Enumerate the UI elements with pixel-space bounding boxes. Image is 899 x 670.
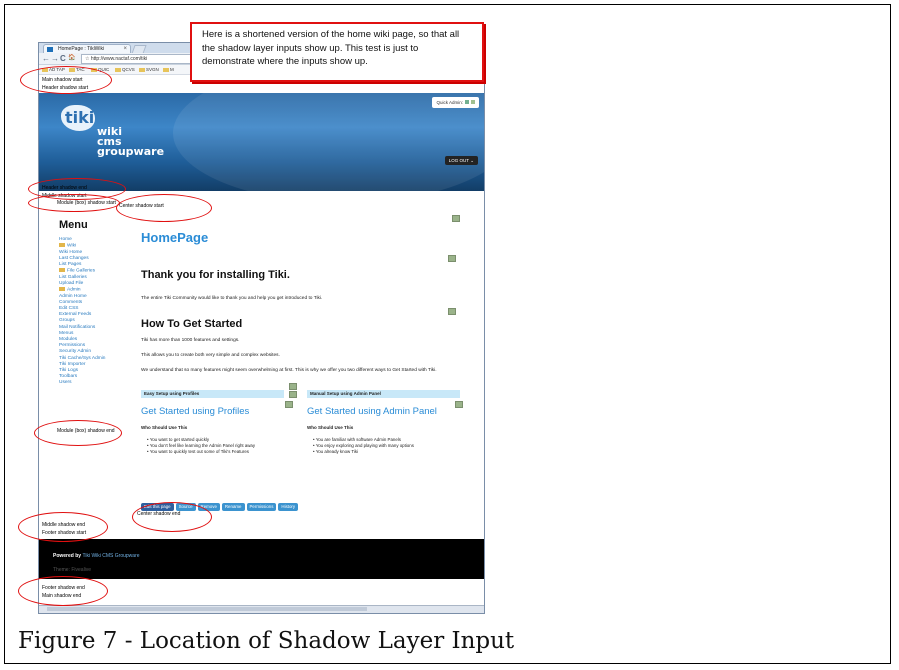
admin-who: Who Should Use This: [307, 425, 354, 430]
edit-icon[interactable]: [289, 383, 297, 390]
started-heading: How To Get Started: [141, 318, 243, 330]
started-p2: This allows you to create both very simp…: [141, 353, 280, 358]
browser-tab[interactable]: HomePage : TikiWiki ×: [43, 44, 131, 53]
folder-icon: [115, 67, 121, 72]
figure-caption: Figure 7 - Location of Shadow Layer Inpu…: [18, 628, 515, 654]
powered-by: Powered by Tiki Wiki CMS Groupware: [53, 553, 140, 559]
edit-icon[interactable]: [448, 255, 456, 262]
logo-text: wiki cms groupware: [97, 125, 165, 158]
page-title: HomePage: [141, 230, 209, 245]
back-icon[interactable]: ←: [42, 54, 50, 63]
history-button[interactable]: History: [278, 503, 299, 511]
menu-item[interactable]: Users: [59, 380, 139, 386]
rename-button[interactable]: Rename: [221, 503, 245, 511]
permissions-button[interactable]: Permissions: [246, 503, 277, 511]
site-footer: Powered by Tiki Wiki CMS Groupware Theme…: [39, 539, 484, 579]
list-item: You want to quickly test out some of Tik…: [147, 449, 249, 455]
admin-title: Get Started using Admin Panel: [307, 406, 437, 417]
star-icon[interactable]: ☆: [85, 56, 89, 62]
folder-icon: [163, 67, 169, 72]
annotation-ellipse: [132, 502, 212, 532]
favicon-icon: [47, 47, 53, 52]
profiles-title: Get Started using Profiles: [141, 406, 250, 417]
bookmark-item[interactable]: QCVS: [115, 66, 135, 73]
annotation-ellipse: [28, 194, 120, 212]
bookmark-item[interactable]: SVGN: [139, 66, 159, 73]
edit-icon[interactable]: [289, 391, 297, 398]
thanks-text: The entire Tiki Community would like to …: [141, 296, 323, 301]
url-text: http://www.nactaf.com/tiki: [90, 56, 148, 62]
quick-admin-icon: [465, 100, 469, 104]
edit-icon: [471, 100, 475, 104]
forward-icon[interactable]: →: [51, 54, 59, 63]
annotation-ellipse: [34, 420, 122, 446]
site-header: tiki wiki cms groupware Quick Admin: LOG…: [39, 93, 484, 191]
edit-icon[interactable]: [455, 401, 463, 408]
left-menu: Menu Home Wiki Wiki Home Last Changes List P…: [59, 219, 139, 387]
powered-link[interactable]: Tiki Wiki CMS Groupware: [82, 553, 139, 559]
annotation-ellipse: [116, 194, 212, 222]
annotation-ellipse: [20, 66, 112, 94]
bookmark-item[interactable]: M: [163, 66, 174, 73]
menu-list: Home Wiki Wiki Home Last Changes List Pages F…: [59, 237, 139, 387]
profiles-who: Who Should Use This: [141, 425, 188, 430]
logo-mark: tiki: [65, 108, 95, 127]
callout-note: Here is a shortened version of the home …: [190, 22, 484, 82]
folder-icon: [139, 67, 145, 72]
edit-icon[interactable]: [285, 401, 293, 408]
annotation-ellipse: [18, 512, 108, 542]
reload-icon[interactable]: C: [60, 54, 66, 63]
started-p3: We understand that so many features migh…: [141, 368, 437, 373]
scrollbar-thumb[interactable]: [47, 607, 367, 611]
footer-theme: Theme: Fivealive: [53, 567, 92, 573]
started-p1: Tiki has more than 1000 features and set…: [141, 338, 240, 343]
profiles-box-head: Easy Setup using Profiles: [141, 390, 284, 398]
annotation-ellipse: [18, 576, 108, 606]
thanks-heading: Thank you for installing Tiki.: [141, 269, 290, 281]
tab-title: HomePage : TikiWiki: [58, 46, 105, 52]
logout-button[interactable]: LOG OUT ⌄: [444, 156, 478, 165]
quick-admin[interactable]: Quick Admin:: [432, 97, 479, 108]
print-icon[interactable]: [452, 215, 460, 222]
list-item: You already know Tiki: [313, 449, 358, 455]
menu-title: Menu: [59, 219, 88, 231]
horizontal-scrollbar[interactable]: [39, 605, 484, 613]
home-icon[interactable]: 🏠: [68, 54, 75, 63]
edit-icon[interactable]: [448, 308, 456, 315]
admin-box-head: Manual Setup using Admin Panel: [307, 390, 460, 398]
